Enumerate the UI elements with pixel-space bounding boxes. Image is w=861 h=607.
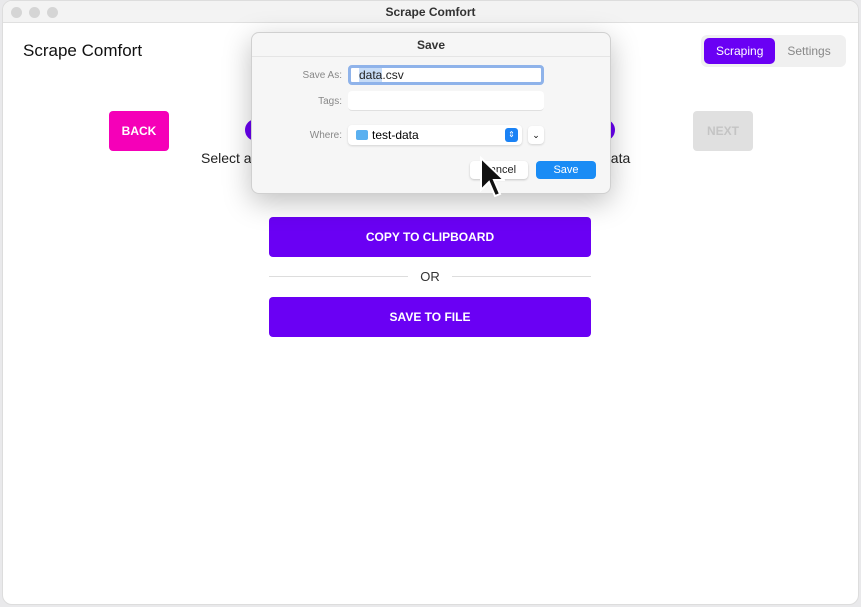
- mouse-cursor-icon: [480, 156, 505, 198]
- or-divider: OR: [269, 269, 591, 284]
- step-label-left: Select a: [201, 150, 252, 166]
- save-to-file-button[interactable]: SAVE TO FILE: [269, 297, 591, 337]
- chevron-down-icon: ⌄: [532, 130, 540, 140]
- where-label: Where:: [309, 129, 342, 141]
- main-tabs: Scraping Settings: [701, 35, 846, 67]
- where-value: test-data: [372, 128, 419, 142]
- tab-settings[interactable]: Settings: [775, 38, 842, 64]
- folder-icon: [356, 130, 368, 140]
- save-as-label: Save As:: [302, 69, 342, 81]
- app-title: Scrape Comfort: [23, 41, 143, 60]
- copy-to-clipboard-button[interactable]: COPY TO CLIPBOARD: [269, 217, 591, 257]
- tags-input[interactable]: [348, 91, 544, 111]
- window-controls: [11, 7, 58, 18]
- filename-extension: .csv: [382, 68, 404, 82]
- app-window: Scrape Comfort Scrape Comfort Scraping S…: [2, 0, 859, 605]
- expand-button[interactable]: ⌄: [528, 126, 544, 144]
- minimize-window-button[interactable]: [29, 7, 40, 18]
- dialog-title: Save: [252, 33, 610, 57]
- or-label: OR: [420, 269, 440, 284]
- window-title: Scrape Comfort: [385, 5, 476, 19]
- next-button[interactable]: NEXT: [693, 111, 753, 151]
- tags-label: Tags:: [318, 95, 342, 107]
- back-button[interactable]: BACK: [109, 111, 169, 151]
- save-dialog: Save Save As: data.csv Tags: Where: test…: [251, 32, 611, 194]
- save-as-input[interactable]: data.csv: [348, 65, 544, 85]
- chevron-updown-icon: ⇕: [505, 128, 518, 142]
- zoom-window-button[interactable]: [47, 7, 58, 18]
- save-button[interactable]: Save: [536, 161, 596, 179]
- where-select[interactable]: test-data ⇕: [348, 125, 522, 145]
- close-window-button[interactable]: [11, 7, 22, 18]
- tab-scraping[interactable]: Scraping: [704, 38, 776, 64]
- title-bar: Scrape Comfort: [3, 1, 858, 23]
- selected-text: data: [359, 68, 383, 82]
